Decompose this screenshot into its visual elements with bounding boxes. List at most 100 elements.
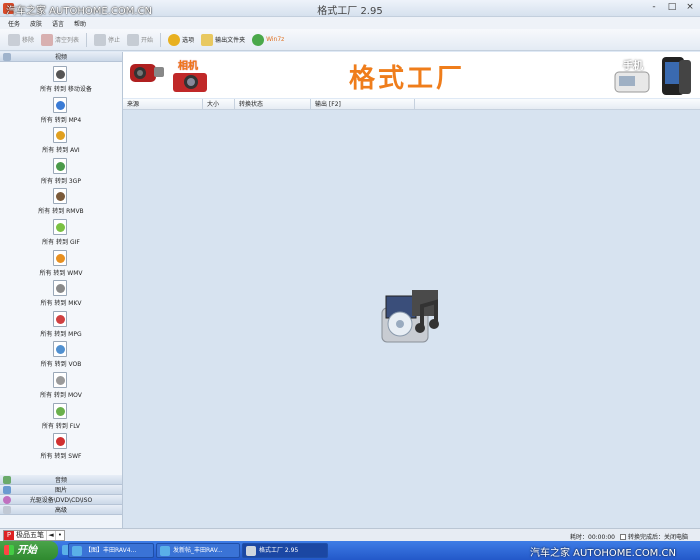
start-icon bbox=[127, 33, 140, 46]
after-complete-checkbox[interactable] bbox=[620, 533, 626, 540]
video-convert-label: 所有 转到 WMV bbox=[39, 269, 83, 277]
format-badge-icon bbox=[56, 345, 65, 355]
format-badge-icon bbox=[56, 161, 65, 171]
col-status[interactable]: 转换状态 bbox=[235, 99, 311, 109]
camera-label[interactable]: 相机 bbox=[178, 57, 198, 72]
after-complete-option[interactable]: 转换完成后：关闭电脑 bbox=[620, 532, 688, 541]
clear-list-button[interactable]: 清空列表 bbox=[41, 33, 79, 46]
elapsed-time: 耗时：00:00:00 bbox=[570, 534, 615, 541]
video-format-icon bbox=[53, 249, 67, 266]
video-convert-label: 所有 转到 3GP bbox=[41, 177, 81, 185]
format-badge-icon bbox=[56, 222, 65, 232]
col-source[interactable]: 来源 bbox=[123, 99, 203, 109]
video-format-icon bbox=[53, 371, 67, 388]
gear-icon bbox=[168, 33, 181, 46]
toolbar-separator bbox=[160, 32, 162, 47]
start-menu-button[interactable]: 开始 bbox=[0, 541, 58, 560]
menu-task[interactable]: 任务 bbox=[8, 19, 20, 28]
window-controls: - □ × bbox=[648, 2, 696, 13]
video-convert-label: 所有 转到 移动设备 bbox=[40, 86, 92, 93]
taskbar-item-browser-2[interactable]: 发新帖_丰田RAV... bbox=[156, 543, 240, 558]
start-button[interactable]: 开始 bbox=[127, 33, 153, 46]
video-list: 所有 转到 移动设备所有 转到 MP4 所有 转到 AVI 所有 转到 3GP 所有 … bbox=[0, 62, 122, 475]
video-convert-label: 所有 转到 FLV bbox=[41, 422, 81, 430]
video-convert-label: 所有 转到 AVI bbox=[42, 147, 80, 155]
video-convert-item[interactable]: 所有 转到 FLV bbox=[0, 401, 122, 432]
banner: 相机 格式工厂 手机 bbox=[123, 52, 700, 98]
video-convert-item[interactable]: 所有 转到 RMVB bbox=[0, 186, 122, 217]
video-format-icon bbox=[53, 402, 67, 419]
format-badge-icon bbox=[56, 70, 65, 79]
output-folder-button[interactable]: 输出文件夹 bbox=[201, 33, 245, 46]
format-badge-icon bbox=[56, 100, 65, 110]
ime-moon-icon[interactable]: ◄ bbox=[46, 531, 55, 540]
video-convert-item[interactable]: 所有 转到 WMV bbox=[0, 248, 122, 279]
video-category-icon bbox=[3, 52, 11, 61]
category-advanced[interactable]: 高级 bbox=[0, 505, 122, 515]
format-badge-icon bbox=[56, 284, 65, 294]
toolbar-separator bbox=[86, 32, 88, 47]
video-convert-item[interactable]: 所有 转到 3GP bbox=[0, 156, 122, 187]
video-format-icon bbox=[53, 280, 67, 297]
taskbar-item-browser-1[interactable]: 【图】丰田RAV4... bbox=[68, 543, 154, 558]
options-button[interactable]: 选项 bbox=[168, 33, 194, 46]
ie-icon bbox=[160, 546, 170, 556]
menu-skin[interactable]: 皮肤 bbox=[30, 19, 42, 28]
maximize-button[interactable]: □ bbox=[666, 2, 678, 13]
video-format-icon bbox=[53, 433, 67, 450]
stop-button[interactable]: 停止 bbox=[94, 33, 120, 46]
video-format-icon bbox=[53, 96, 67, 113]
task-list-area[interactable] bbox=[123, 110, 700, 528]
category-image[interactable]: 图片 bbox=[0, 485, 122, 495]
video-convert-label: 所有 转到 MKV bbox=[40, 300, 82, 308]
col-size[interactable]: 大小 bbox=[203, 99, 235, 109]
camcorder-icon bbox=[130, 64, 164, 82]
smartphone-icon bbox=[662, 57, 691, 95]
minimize-button[interactable]: - bbox=[648, 2, 660, 13]
video-convert-item[interactable]: 所有 转到 MPG bbox=[0, 309, 122, 340]
audio-category-icon bbox=[3, 475, 11, 484]
close-button[interactable]: × bbox=[684, 2, 696, 13]
menu-language[interactable]: 语言 bbox=[52, 19, 64, 28]
video-format-icon bbox=[53, 188, 67, 205]
stop-icon bbox=[94, 33, 107, 46]
video-convert-item[interactable]: 所有 转到 MOV bbox=[0, 370, 122, 401]
video-convert-item[interactable]: 所有 转到 GIF bbox=[0, 217, 122, 248]
video-convert-item[interactable]: 所有 转到 SWF bbox=[0, 431, 122, 462]
video-convert-label: 所有 转到 SWF bbox=[40, 453, 82, 461]
category-video[interactable]: 视频 bbox=[0, 52, 122, 62]
folder-icon bbox=[201, 33, 214, 46]
taskbar-item-format-factory[interactable]: 格式工厂 2.95 bbox=[242, 543, 328, 558]
video-convert-item[interactable]: 所有 转到 移动设备 bbox=[0, 64, 122, 95]
ime-name: 极品五笔 bbox=[16, 531, 44, 539]
remove-icon bbox=[8, 33, 20, 46]
video-convert-item[interactable]: 所有 转到 AVI bbox=[0, 125, 122, 156]
watermark-bottom: 汽车之家 AUTOHOME.COM.CN bbox=[530, 548, 676, 559]
ime-tag-icon: P bbox=[4, 531, 14, 540]
video-convert-item[interactable]: 所有 转到 MKV bbox=[0, 278, 122, 309]
window-title: 格式工厂 2.95 bbox=[317, 6, 383, 17]
video-convert-item[interactable]: 所有 转到 VOB bbox=[0, 339, 122, 370]
video-convert-label: 所有 转到 MPG bbox=[40, 330, 82, 338]
taskbar: 开始 【图】丰田RAV4... 发新帖_丰田RAV... 格式工厂 2.95 汽… bbox=[0, 541, 700, 560]
win7z-button[interactable]: Win7z bbox=[252, 33, 284, 46]
category-audio[interactable]: 音频 bbox=[0, 475, 122, 485]
ime-toolbar[interactable]: P 极品五笔 ◄ • bbox=[3, 530, 65, 541]
task-table-header: 来源 大小 转换状态 输出 [F2] bbox=[123, 99, 700, 110]
video-format-icon bbox=[53, 157, 67, 174]
video-convert-item[interactable]: 所有 转到 MP4 bbox=[0, 95, 122, 126]
format-badge-icon bbox=[56, 314, 65, 324]
remove-button[interactable]: 移除 bbox=[8, 33, 34, 46]
title-bar: 汽车之家 AUTOHOME.COM.CN 格式工厂 2.95 - □ × bbox=[0, 0, 700, 17]
advanced-category-icon bbox=[3, 505, 11, 514]
format-badge-icon bbox=[56, 375, 65, 385]
menu-bar: 任务 皮肤 语言 帮助 bbox=[0, 17, 700, 29]
menu-help[interactable]: 帮助 bbox=[74, 19, 86, 28]
category-rom-device[interactable]: 光驱设备\DVD\CD\ISO bbox=[0, 495, 122, 505]
format-factory-icon bbox=[246, 546, 256, 556]
flip-phone-icon bbox=[614, 71, 650, 93]
col-output[interactable]: 输出 [F2] bbox=[311, 99, 415, 109]
video-format-icon bbox=[53, 127, 67, 144]
video-convert-label: 所有 转到 RMVB bbox=[38, 208, 84, 216]
ime-punct-icon[interactable]: • bbox=[55, 531, 64, 540]
